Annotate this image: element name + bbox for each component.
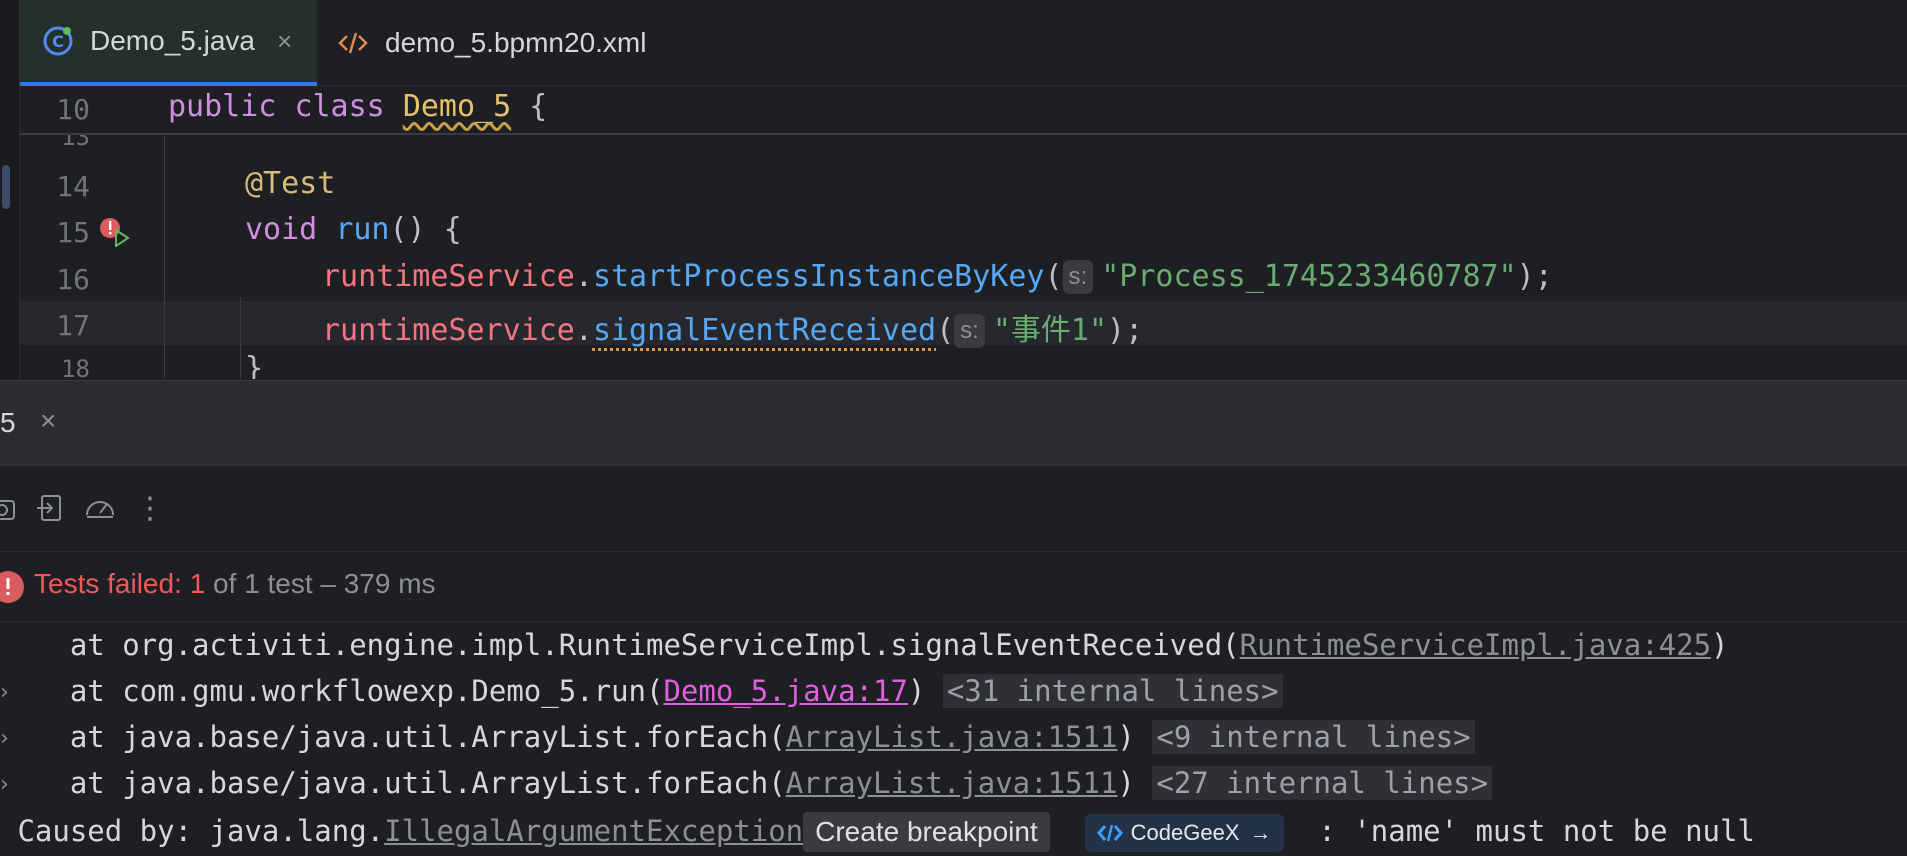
line-number: 16 (56, 263, 90, 296)
editor-tab-bar: C Demo_5.java × demo_5.bpmn20.xml (0, 0, 1907, 86)
expand-chevron-icon[interactable]: › (0, 680, 9, 705)
expand-chevron-icon[interactable]: › (0, 726, 9, 751)
run-tab-label[interactable]: 5 (0, 407, 16, 439)
line-number: 15 (56, 216, 90, 249)
code-line: runtimeService.signalEventReceived(s: "事件… (322, 313, 1144, 348)
create-breakpoint-button[interactable]: Create breakpoint (803, 812, 1050, 852)
line-number: 10 (56, 93, 90, 126)
indent-guide (240, 297, 241, 337)
test-status-row: Tests failed: 1 of 1 test – 379 ms (0, 552, 1907, 622)
internal-lines-fold[interactable]: <9 internal lines> (1152, 720, 1475, 754)
code-line: public class Demo_5 { (168, 89, 548, 124)
source-link[interactable]: RuntimeServiceImpl.java:425 (1240, 628, 1711, 662)
run-test-icon[interactable] (114, 228, 130, 248)
sticky-scroll-header[interactable]: 10 public class Demo_5 { (20, 87, 1907, 135)
left-tool-strip (0, 0, 20, 380)
indent-guide (164, 135, 165, 379)
caused-by-line: Caused by: java.lang.IllegalArgumentExce… (0, 812, 1907, 856)
java-class-icon: C (42, 25, 74, 57)
line-number: 14 (56, 170, 90, 203)
annotation-test: @Test (245, 166, 336, 201)
close-tab-icon[interactable]: × (277, 26, 292, 57)
xml-file-icon (337, 27, 369, 59)
tab-label: Demo_5.java (90, 25, 255, 56)
close-run-tab-icon[interactable]: × (40, 405, 56, 437)
tab-demo5-java[interactable]: C Demo_5.java × (20, 0, 317, 86)
line-number: 18 (61, 355, 90, 379)
parameter-hint: s: (1062, 260, 1094, 294)
code-line: } (245, 351, 264, 379)
stack-trace-line: › at com.gmu.workflowexp.Demo_5.run(Demo… (0, 674, 1907, 720)
internal-lines-fold[interactable]: <31 internal lines> (942, 674, 1283, 708)
exception-link[interactable]: IllegalArgumentException (384, 814, 803, 848)
error-icon (0, 569, 26, 605)
parameter-hint: s: (954, 314, 985, 348)
camera-icon[interactable] (0, 488, 22, 528)
arrow-right-icon: → (1249, 820, 1272, 845)
import-icon[interactable] (30, 488, 70, 528)
code-editor[interactable]: 10 public class Demo_5 { 13 14 @Test 15 … (20, 87, 1907, 379)
profiler-icon[interactable] (80, 488, 120, 528)
expand-chevron-icon[interactable]: › (0, 772, 9, 797)
run-panel-header: 5 × (0, 380, 1907, 466)
stack-trace-line: › at java.base/java.util.ArrayList.forEa… (0, 766, 1907, 812)
source-link[interactable]: ArrayList.java:1511 (786, 766, 1118, 800)
indent-guide (240, 335, 241, 379)
internal-lines-fold[interactable]: <27 internal lines> (1152, 766, 1493, 800)
run-toolbar: ⋮ (0, 466, 1907, 552)
stack-trace-line: at org.activiti.engine.impl.RuntimeServi… (0, 628, 1729, 662)
test-status-text: Tests failed: 1 of 1 test – 379 ms (34, 568, 436, 599)
source-link[interactable]: ArrayList.java:1511 (786, 720, 1118, 754)
tab-demo5-bpmn-xml[interactable]: demo_5.bpmn20.xml (317, 0, 677, 86)
console-text: at org.activiti.engine.impl.RuntimeServi… (0, 622, 1907, 856)
tab-label: demo_5.bpmn20.xml (385, 27, 647, 58)
code-line: void run() { (245, 212, 462, 247)
svg-text:C: C (52, 32, 64, 51)
line-number: 17 (56, 309, 90, 342)
source-link[interactable]: Demo_5.java:17 (663, 674, 907, 708)
codegeex-button[interactable]: CodeGeeX → (1084, 814, 1284, 852)
more-options-icon[interactable]: ⋮ (130, 488, 170, 528)
codegeex-icon (1096, 824, 1123, 842)
code-line: runtimeService.startProcessInstanceByKey… (322, 259, 1553, 294)
scroll-marker[interactable] (2, 165, 10, 209)
stack-trace-line: › at java.base/java.util.ArrayList.forEa… (0, 720, 1907, 766)
